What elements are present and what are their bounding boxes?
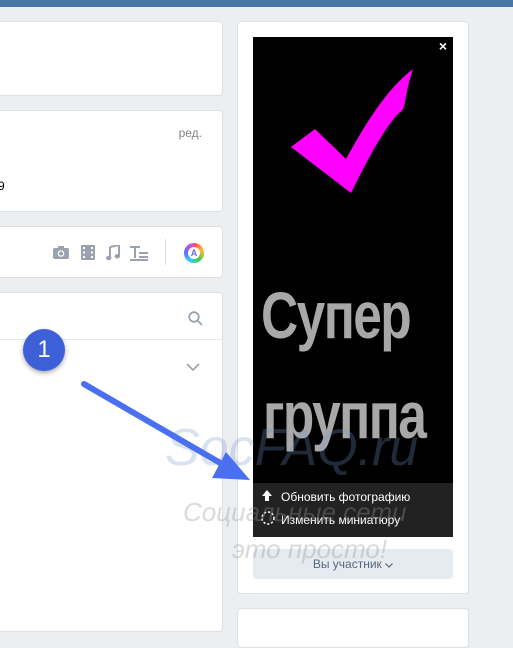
step-badge: 1 — [23, 329, 65, 371]
annotation-arrow — [81, 381, 250, 480]
